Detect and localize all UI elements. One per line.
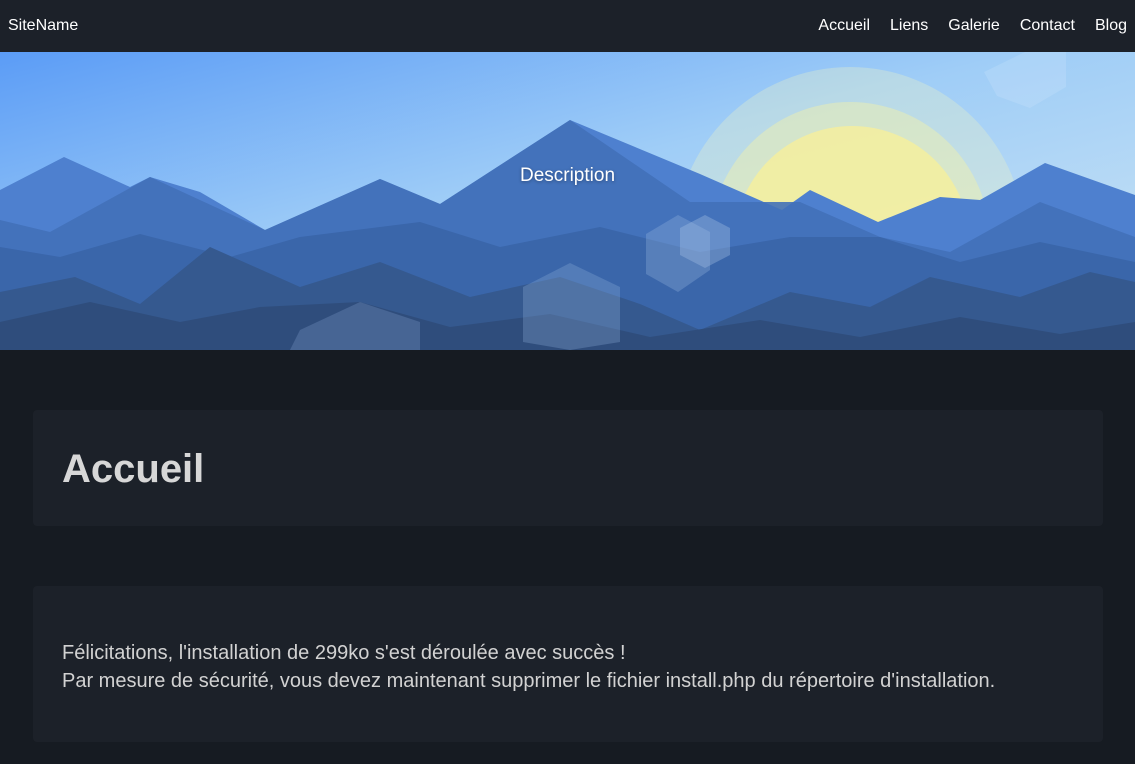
- mountain-landscape-image: [0, 52, 1135, 350]
- message-card: Félicitations, l'installation de 299ko s…: [33, 586, 1103, 742]
- nav-menu: Accueil Liens Galerie Contact Blog: [818, 17, 1127, 35]
- hero-description: Description: [519, 165, 616, 186]
- nav-link-contact[interactable]: Contact: [1020, 17, 1075, 35]
- hero-banner: Description: [0, 52, 1135, 350]
- install-message: Félicitations, l'installation de 299ko s…: [62, 639, 995, 695]
- top-navbar: SiteName Accueil Liens Galerie Contact B…: [0, 0, 1135, 52]
- nav-link-galerie[interactable]: Galerie: [948, 17, 1000, 35]
- main-content: Accueil Félicitations, l'installation de…: [0, 350, 1135, 764]
- page-title-card: Accueil: [33, 410, 1103, 526]
- site-name-link[interactable]: SiteName: [8, 17, 78, 35]
- nav-link-accueil[interactable]: Accueil: [818, 17, 870, 35]
- success-message: Félicitations, l'installation de 299ko s…: [62, 642, 626, 664]
- page-title: Accueil: [62, 447, 205, 491]
- nav-link-liens[interactable]: Liens: [890, 17, 928, 35]
- security-warning: Par mesure de sécurité, vous devez maint…: [62, 670, 996, 692]
- nav-link-blog[interactable]: Blog: [1095, 17, 1127, 35]
